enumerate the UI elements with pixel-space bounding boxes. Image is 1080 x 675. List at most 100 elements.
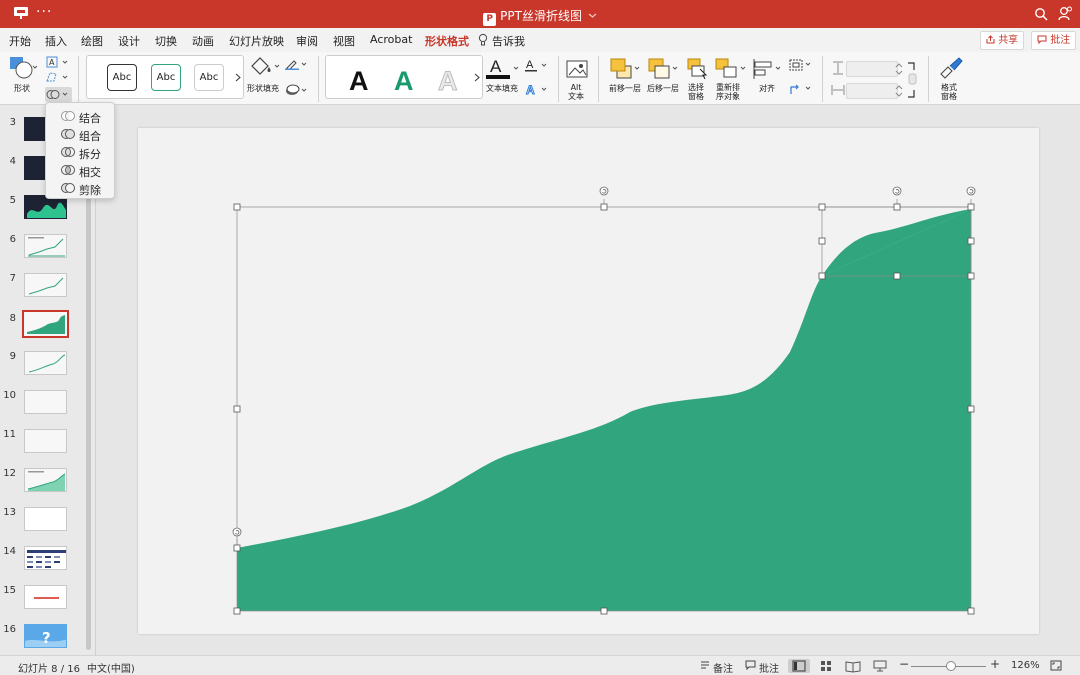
- slideshow-icon: [873, 660, 887, 672]
- format-pane-icon[interactable]: [938, 56, 964, 80]
- paint-bucket-icon[interactable]: [249, 55, 281, 77]
- chevron-right-icon[interactable]: [235, 73, 241, 82]
- slideshow-view-button[interactable]: [869, 659, 891, 673]
- normal-view-button[interactable]: [788, 659, 810, 673]
- slide-number-15: 15: [3, 585, 16, 596]
- slide-thumbnail-10[interactable]: [24, 390, 67, 414]
- comments-button[interactable]: 批注: [1031, 31, 1077, 50]
- width-icon: [831, 85, 845, 95]
- shapes-icon[interactable]: [9, 56, 37, 80]
- menu-item-intersect[interactable]: 相交: [46, 161, 116, 179]
- text-fill-icon[interactable]: A: [486, 56, 522, 80]
- menu-item-union[interactable]: 组合: [46, 125, 116, 143]
- slide-thumbnail-9[interactable]: [24, 351, 67, 375]
- slide-number-6: 6: [9, 234, 16, 245]
- send-backward-icon[interactable]: [647, 57, 679, 81]
- tab-insert[interactable]: 插入: [45, 33, 67, 49]
- slide-thumbnail-14[interactable]: [24, 546, 67, 570]
- wordart-sample-outline[interactable]: A: [438, 66, 458, 97]
- format-pane-label: 格式 窗格: [941, 83, 957, 101]
- reading-view-button[interactable]: [842, 659, 864, 673]
- alt-text-icon[interactable]: [566, 58, 590, 80]
- fit-to-window-icon[interactable]: [1050, 660, 1062, 671]
- merge-shapes-button[interactable]: [45, 87, 72, 102]
- slide-thumbnail-7[interactable]: [24, 273, 67, 297]
- reorder-objects-icon[interactable]: [715, 57, 747, 81]
- height-stepper[interactable]: [895, 62, 903, 76]
- shape-style-sample-3[interactable]: Abc: [194, 64, 224, 91]
- tab-home[interactable]: 开始: [9, 33, 31, 49]
- tab-view[interactable]: 视图: [333, 33, 355, 49]
- chevron-right-icon[interactable]: [474, 73, 480, 82]
- merge-shapes-menu: 结合 组合 拆分 相交 剪除: [45, 102, 115, 199]
- edit-points-icon[interactable]: [46, 71, 70, 83]
- tab-acrobat[interactable]: Acrobat: [370, 33, 412, 46]
- search-icon[interactable]: [1034, 7, 1048, 21]
- menu-item-combine[interactable]: 结合: [46, 107, 116, 125]
- thumbnail-question-image: ?: [25, 629, 66, 647]
- wordart-sample-black[interactable]: A: [349, 66, 369, 97]
- shape-effects-icon[interactable]: [285, 83, 309, 97]
- rotate-icon[interactable]: [788, 82, 814, 96]
- shape-height-input[interactable]: [846, 61, 898, 77]
- account-icon[interactable]: [1058, 6, 1072, 21]
- slide-sorter-view-button[interactable]: [815, 659, 837, 673]
- slide-thumbnail-13[interactable]: [24, 507, 67, 531]
- height-icon: [833, 61, 843, 75]
- group-icon[interactable]: [788, 58, 814, 72]
- status-bar: 幻灯片 8 / 16 中文(中国) 备注 批注 − + 126%: [0, 655, 1080, 675]
- slide-thumbnail-12[interactable]: [24, 468, 67, 492]
- slide-thumbnail-8[interactable]: [22, 310, 69, 338]
- tab-draw[interactable]: 绘图: [81, 33, 103, 49]
- share-button[interactable]: 共享: [980, 31, 1025, 50]
- shape-style-sample-2[interactable]: Abc: [151, 64, 181, 91]
- tab-shape-format[interactable]: 形状格式: [425, 33, 469, 54]
- subtract-icon: [61, 183, 75, 193]
- slide-thumbnail-6[interactable]: [24, 234, 67, 258]
- slide-counter: 幻灯片 8 / 16: [18, 664, 80, 675]
- tab-animations[interactable]: 动画: [192, 33, 214, 49]
- wordart-sample-green[interactable]: A: [394, 66, 414, 97]
- tab-review[interactable]: 审阅: [296, 33, 318, 49]
- zoom-level[interactable]: 126%: [1011, 660, 1040, 671]
- slide-number-3: 3: [9, 117, 16, 128]
- merge-shapes-icon: [46, 90, 68, 99]
- lock-aspect-ratio-icon[interactable]: [906, 60, 918, 100]
- text-box-icon[interactable]: A: [46, 56, 70, 68]
- text-effects-icon[interactable]: A: [525, 82, 549, 96]
- tab-slideshow[interactable]: 幻灯片放映: [229, 33, 284, 49]
- menu-item-subtract[interactable]: 剪除: [46, 179, 116, 197]
- bring-forward-icon[interactable]: [609, 57, 641, 81]
- slide-thumbnail-15[interactable]: [24, 585, 67, 609]
- tab-transitions[interactable]: 切换: [155, 33, 177, 49]
- align-icon[interactable]: [752, 57, 784, 81]
- slide-number-9: 9: [9, 351, 16, 362]
- shape-style-sample-1[interactable]: Abc: [107, 64, 137, 91]
- combine-icon: [61, 111, 75, 121]
- zoom-in-button[interactable]: +: [990, 657, 1000, 671]
- zoom-out-button[interactable]: −: [899, 657, 909, 671]
- union-icon: [61, 129, 75, 139]
- wordart-gallery: A A A: [325, 55, 483, 99]
- slide-number-11: 11: [3, 429, 16, 440]
- slide-thumbnail-16[interactable]: ?: [24, 624, 67, 648]
- shape-label: 形状: [14, 84, 30, 93]
- shape-width-input[interactable]: [846, 83, 898, 99]
- tell-me-search[interactable]: 告诉我: [492, 33, 525, 49]
- slide-number-16: 16: [3, 624, 16, 635]
- zoom-slider-knob[interactable]: [946, 661, 956, 671]
- svg-text:A: A: [526, 59, 534, 71]
- comment-label: 批注: [1050, 35, 1071, 46]
- tab-design[interactable]: 设计: [118, 33, 140, 49]
- shape-outline-icon[interactable]: [285, 58, 309, 70]
- document-title[interactable]: P PPT丝滑折线图: [0, 7, 1080, 26]
- menu-item-fragment[interactable]: 拆分: [46, 143, 116, 161]
- width-stepper[interactable]: [895, 84, 903, 98]
- comments-status-button[interactable]: 批注: [759, 660, 779, 675]
- slide-number-8: 8: [9, 313, 16, 324]
- text-outline-icon[interactable]: A: [525, 58, 549, 72]
- language-indicator[interactable]: 中文(中国): [87, 660, 135, 675]
- notes-button[interactable]: 备注: [713, 660, 733, 675]
- slide-thumbnail-11[interactable]: [24, 429, 67, 453]
- selection-pane-icon[interactable]: [686, 57, 710, 81]
